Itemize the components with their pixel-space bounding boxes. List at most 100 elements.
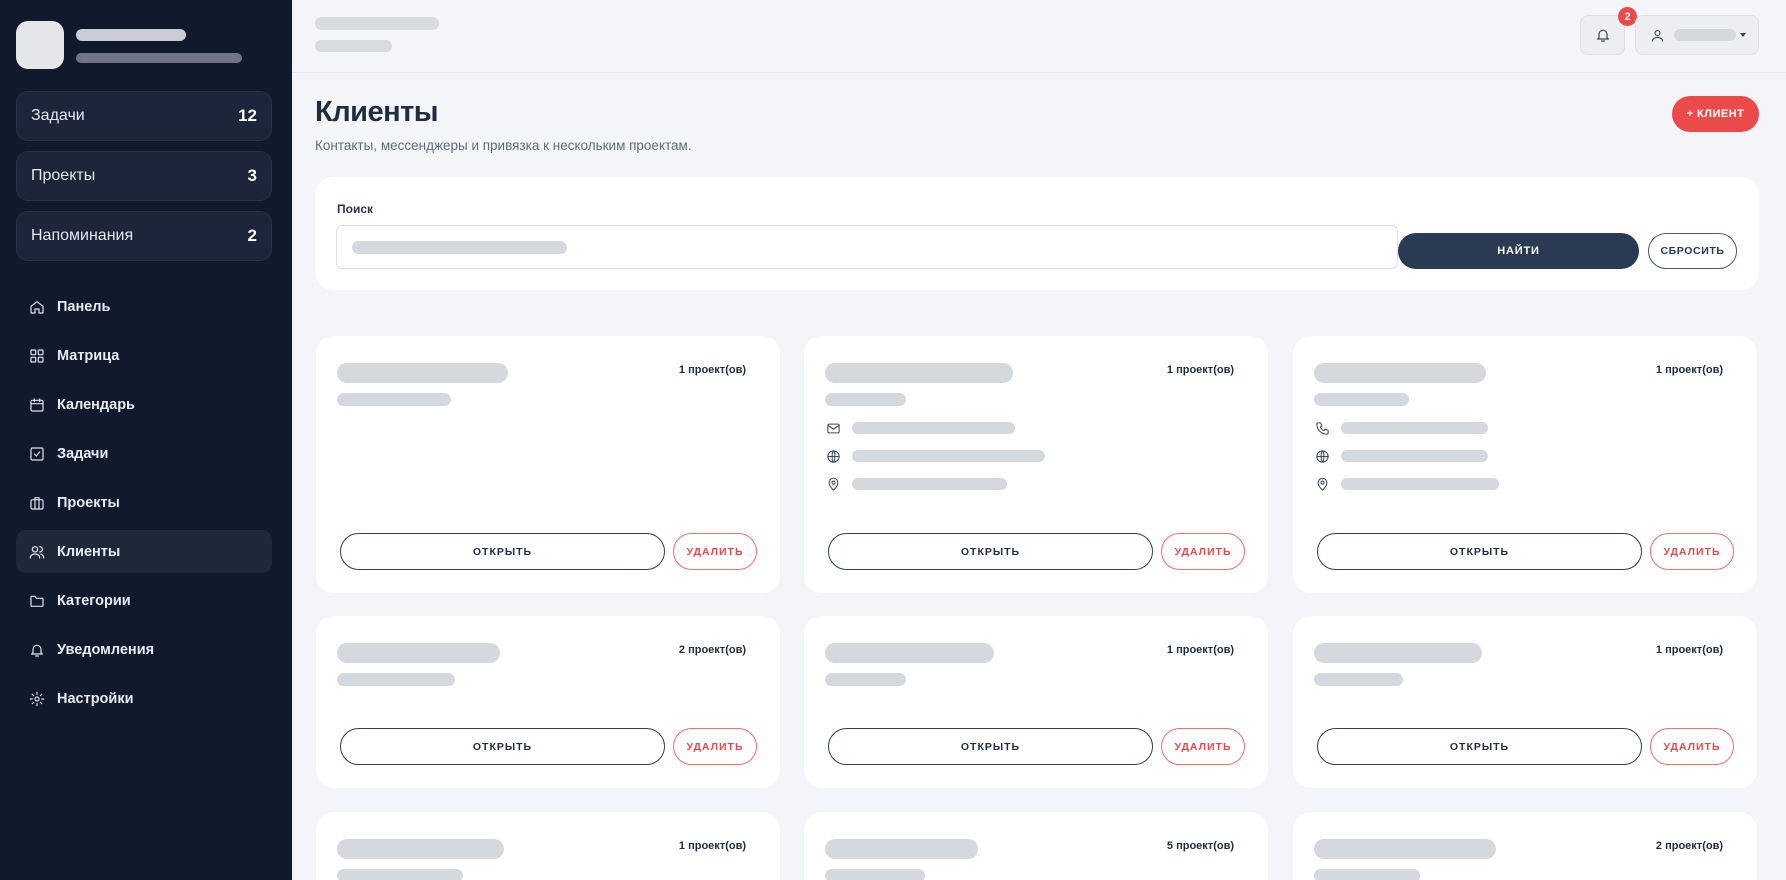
client-subtitle-placeholder	[825, 673, 906, 686]
location-pin-icon	[828, 477, 839, 491]
delete-button[interactable]: УДАЛИТЬ	[673, 533, 757, 570]
client-card: 1 проект(ов) ОТКРЫТЬ УДАЛИТЬ	[316, 336, 780, 593]
client-name-placeholder	[1314, 363, 1486, 383]
page-subtitle: Контакты, мессенджеры и привязка к неско…	[315, 138, 692, 153]
open-button[interactable]: ОТКРЫТЬ	[828, 728, 1153, 765]
client-card: 2 проект(ов) ОТКРЫТЬ УДАЛИТЬ	[316, 616, 780, 788]
sidebar-item-label: Категории	[57, 592, 131, 609]
client-name-placeholder	[825, 839, 978, 859]
sidebar-item-projects[interactable]: Проекты	[16, 481, 272, 524]
sidebar-item-tasks[interactable]: Задачи	[16, 432, 272, 475]
client-card: 1 проект(ов) ОТКРЫТЬ УДАЛИТЬ	[804, 616, 1268, 788]
delete-button[interactable]: УДАЛИТЬ	[1650, 728, 1734, 765]
client-card: 2 проект(ов)	[1293, 812, 1757, 880]
client-name-placeholder	[337, 643, 500, 663]
mail-icon	[827, 423, 840, 433]
sidebar-item-settings[interactable]: Настройки	[16, 677, 272, 720]
breadcrumb-placeholder	[315, 40, 392, 52]
breadcrumb-placeholder	[315, 17, 439, 30]
sidebar-item-label: Панель	[57, 298, 111, 315]
project-count: 1 проект(ов)	[678, 840, 746, 852]
sidebar-item-dashboard[interactable]: Панель	[16, 285, 272, 328]
brand-logo[interactable]	[16, 21, 64, 69]
sidebar-item-label: Проекты	[57, 494, 120, 511]
contact-value-placeholder	[1341, 422, 1488, 434]
globe-icon	[827, 449, 840, 463]
client-name-placeholder	[1314, 839, 1496, 859]
open-button[interactable]: ОТКРЫТЬ	[340, 533, 665, 570]
sidebar-nav: Панель Матрица Календарь Задачи Проекты …	[16, 285, 272, 726]
open-button[interactable]: ОТКРЫТЬ	[1317, 728, 1642, 765]
project-count: 1 проект(ов)	[1655, 644, 1723, 656]
phone-icon	[1316, 421, 1329, 435]
sidebar-item-matrix[interactable]: Матрица	[16, 334, 272, 377]
sidebar-item-clients[interactable]: Клиенты	[16, 530, 272, 573]
add-client-button[interactable]: + КЛИЕНТ	[1672, 96, 1759, 132]
stat-count: 2	[247, 226, 257, 245]
contact-value-placeholder	[1341, 450, 1488, 462]
user-menu-button[interactable]	[1635, 15, 1759, 55]
client-subtitle-placeholder	[337, 869, 463, 880]
sidebar-item-calendar[interactable]: Календарь	[16, 383, 272, 426]
search-panel: Поиск НАЙТИ СБРОСИТЬ	[315, 177, 1759, 290]
project-count: 2 проект(ов)	[1655, 840, 1723, 852]
globe-icon	[1316, 449, 1329, 463]
delete-button[interactable]: УДАЛИТЬ	[1161, 728, 1245, 765]
brand-caption-placeholder	[76, 53, 242, 63]
stat-label: Проекты	[31, 167, 96, 184]
client-card: 1 проект(ов) ОТКРЫТЬ УДАЛИТЬ	[1293, 336, 1757, 593]
contact-row	[826, 476, 1007, 492]
open-button[interactable]: ОТКРЫТЬ	[340, 728, 665, 765]
bell-icon	[1596, 29, 1609, 42]
stat-reminders[interactable]: Напоминания 2	[16, 211, 272, 261]
client-subtitle-placeholder	[337, 393, 451, 406]
client-subtitle-placeholder	[825, 869, 925, 880]
project-count: 5 проект(ов)	[1166, 840, 1234, 852]
user-icon	[1651, 29, 1664, 42]
delete-button[interactable]: УДАЛИТЬ	[1161, 533, 1245, 570]
contact-value-placeholder	[852, 478, 1007, 490]
search-label: Поиск	[337, 202, 374, 216]
client-name-placeholder	[337, 363, 508, 383]
topbar: 2	[292, 0, 1786, 73]
project-count: 1 проект(ов)	[1166, 644, 1234, 656]
client-name-placeholder	[337, 839, 504, 859]
home-icon	[30, 300, 44, 314]
project-count: 2 проект(ов)	[678, 644, 746, 656]
sidebar-item-notifications[interactable]: Уведомления	[16, 628, 272, 671]
brand-name-placeholder	[76, 29, 186, 41]
sidebar-item-label: Уведомления	[57, 641, 155, 658]
open-button[interactable]: ОТКРЫТЬ	[1317, 533, 1642, 570]
stat-projects[interactable]: Проекты 3	[16, 151, 272, 201]
find-button[interactable]: НАЙТИ	[1398, 233, 1639, 269]
client-name-placeholder	[825, 363, 1013, 383]
project-count: 1 проект(ов)	[1166, 364, 1234, 376]
contact-row	[1315, 476, 1499, 492]
project-count: 1 проект(ов)	[1655, 364, 1723, 376]
delete-button[interactable]: УДАЛИТЬ	[673, 728, 757, 765]
stat-count: 3	[247, 166, 257, 185]
stat-label: Напоминания	[31, 227, 134, 244]
delete-button[interactable]: УДАЛИТЬ	[1650, 533, 1734, 570]
page-title: Клиенты	[315, 96, 439, 128]
location-pin-icon	[1317, 477, 1328, 491]
contact-row	[826, 448, 1045, 464]
sidebar-item-categories[interactable]: Категории	[16, 579, 272, 622]
briefcase-icon	[30, 496, 44, 510]
client-card: 1 проект(ов) ОТКРЫТЬ УДАЛИТЬ	[1293, 616, 1757, 788]
search-input[interactable]	[336, 225, 1398, 269]
client-subtitle-placeholder	[1314, 393, 1409, 406]
chevron-down-icon	[1740, 33, 1746, 37]
client-subtitle-placeholder	[1314, 869, 1420, 880]
reset-button[interactable]: СБРОСИТЬ	[1648, 233, 1737, 269]
stat-tasks[interactable]: Задачи 12	[16, 91, 272, 141]
contact-value-placeholder	[852, 450, 1045, 462]
client-card: 1 проект(ов)	[316, 812, 780, 880]
client-card: 1 проект(ов) ОТКРЫТЬ УДАЛИТЬ	[804, 336, 1268, 593]
calendar-icon	[30, 397, 44, 412]
folder-icon	[30, 595, 44, 607]
open-button[interactable]: ОТКРЫТЬ	[828, 533, 1153, 570]
contact-value-placeholder	[1341, 478, 1499, 490]
sidebar-item-label: Клиенты	[57, 543, 121, 560]
bell-icon	[31, 644, 43, 657]
